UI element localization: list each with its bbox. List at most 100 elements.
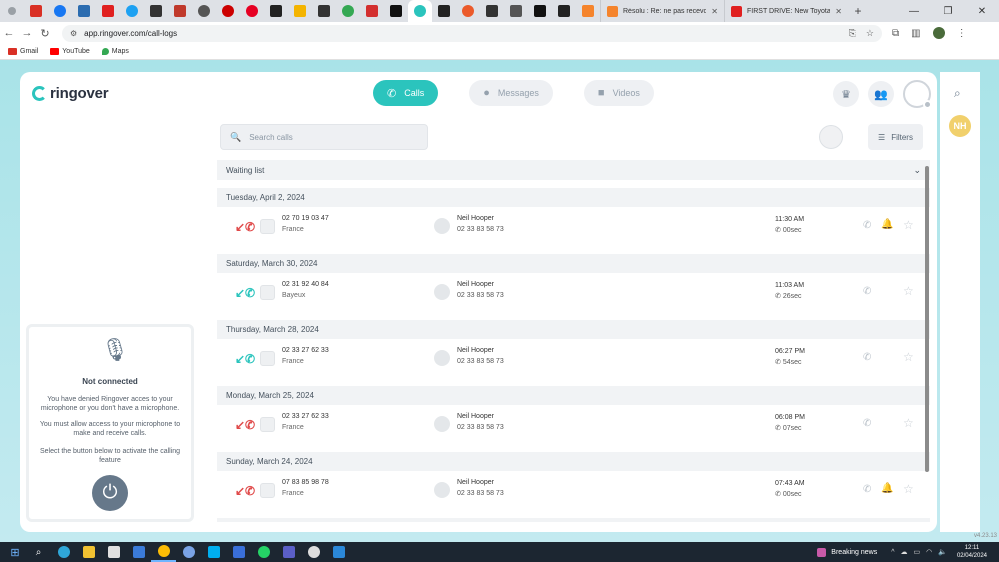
new-tab-button[interactable]: + bbox=[848, 4, 868, 18]
browser-tab[interactable] bbox=[96, 0, 120, 22]
skype-icon[interactable] bbox=[201, 542, 226, 562]
store-icon[interactable] bbox=[101, 542, 126, 562]
mail-icon[interactable] bbox=[126, 542, 151, 562]
call-back-icon[interactable]: ✆ bbox=[863, 352, 871, 363]
chevron-up-icon[interactable]: ^ bbox=[891, 549, 894, 556]
browser-tab[interactable] bbox=[48, 0, 72, 22]
tab-videos[interactable]: ■ Videos bbox=[583, 80, 654, 106]
user-avatar[interactable] bbox=[903, 80, 932, 109]
app-icon[interactable] bbox=[226, 542, 251, 562]
back-icon[interactable]: ← bbox=[0, 27, 18, 39]
close-window-icon[interactable]: ✕ bbox=[965, 6, 999, 17]
chevron-down-icon[interactable]: ⌄ bbox=[913, 165, 921, 176]
browser-tab[interactable] bbox=[264, 0, 288, 22]
browser-tab-resolu[interactable]: Résolu : Re: ne pas recevoir d'ap ✕ bbox=[600, 0, 724, 22]
contact-avatar[interactable]: NH bbox=[949, 115, 971, 137]
browser-tab[interactable] bbox=[336, 0, 360, 22]
power-button[interactable]: ⏻ bbox=[92, 475, 128, 511]
call-back-icon[interactable]: ✆ bbox=[863, 286, 871, 297]
browser-tab[interactable] bbox=[360, 0, 384, 22]
call-row[interactable]: ↙✆ 02 33 27 62 33 France Neil Hooper 02 33 8… bbox=[217, 339, 930, 378]
search-icon[interactable]: ⌕ bbox=[26, 542, 51, 562]
browser-tab[interactable] bbox=[120, 0, 144, 22]
reload-icon[interactable]: ↻ bbox=[36, 27, 54, 40]
call-back-icon[interactable]: ✆ bbox=[863, 418, 871, 429]
call-row[interactable]: ↙✆ 07 83 85 98 78 France Neil Hooper 02 33 8… bbox=[217, 471, 930, 510]
browser-tab[interactable] bbox=[528, 0, 552, 22]
team-icon[interactable]: 👥 bbox=[868, 81, 894, 107]
extensions-icon[interactable]: ⧉ bbox=[892, 28, 899, 39]
tab-list-button[interactable] bbox=[0, 0, 24, 22]
waiting-list-header[interactable]: Waiting list ⌄ bbox=[217, 160, 930, 180]
whatsapp-icon[interactable] bbox=[251, 542, 276, 562]
browser-tab[interactable] bbox=[432, 0, 456, 22]
browser-tab[interactable] bbox=[72, 0, 96, 22]
star-icon[interactable]: ☆ bbox=[903, 218, 914, 232]
browser-tab[interactable] bbox=[288, 0, 312, 22]
browser-tab[interactable] bbox=[144, 0, 168, 22]
bookmark-youtube[interactable]: YouTube bbox=[50, 48, 90, 55]
star-icon[interactable]: ☆ bbox=[903, 416, 914, 430]
app-icon[interactable] bbox=[301, 542, 326, 562]
browser-tab-toyota[interactable]: FIRST DRIVE: New Toyota Land ✕ bbox=[724, 0, 848, 22]
browser-tab[interactable] bbox=[312, 0, 336, 22]
browser-menu-icon[interactable]: ⋮ bbox=[957, 28, 967, 39]
call-row[interactable]: ↙✆ 02 33 27 62 33 France Neil Hooper 02 33 8… bbox=[217, 405, 930, 444]
volume-icon[interactable]: 🔈 bbox=[938, 548, 947, 556]
browser-tab[interactable] bbox=[576, 0, 600, 22]
call-back-icon[interactable]: ✆ bbox=[863, 220, 871, 231]
browser-tab[interactable] bbox=[384, 0, 408, 22]
cloud-icon[interactable]: ☁ bbox=[901, 548, 908, 556]
site-info-icon[interactable]: ⚙ bbox=[70, 29, 77, 38]
browser-tab[interactable] bbox=[480, 0, 504, 22]
profile-avatar[interactable] bbox=[932, 27, 945, 39]
tab-calls[interactable]: ✆ Calls bbox=[373, 80, 439, 106]
browser-tab[interactable] bbox=[240, 0, 264, 22]
call-row[interactable]: ↙✆ 02 70 19 03 47 France Neil Hooper 02 33 8… bbox=[217, 207, 930, 246]
app-icon[interactable] bbox=[326, 542, 351, 562]
bell-icon[interactable]: 🔔 bbox=[881, 483, 893, 494]
ringover-logo[interactable]: ringover bbox=[32, 85, 109, 102]
filters-button[interactable]: ☰ Filters bbox=[868, 124, 923, 150]
app-icon[interactable] bbox=[176, 542, 201, 562]
maximize-icon[interactable]: ❐ bbox=[931, 6, 965, 17]
sidepanel-icon[interactable]: ▥ bbox=[911, 28, 920, 39]
browser-tab[interactable] bbox=[552, 0, 576, 22]
app-icon[interactable] bbox=[276, 542, 301, 562]
bookmark-maps[interactable]: Maps bbox=[101, 48, 129, 55]
wifi-icon[interactable]: ◠ bbox=[926, 548, 932, 556]
call-row[interactable]: ↙✆ 02 31 92 40 84 Bayeux Neil Hooper 02 33 8… bbox=[217, 273, 930, 312]
call-back-icon[interactable]: ✆ bbox=[863, 484, 871, 495]
search-icon[interactable]: ⌕ bbox=[954, 86, 961, 101]
scrollbar-thumb[interactable] bbox=[925, 166, 929, 472]
file-explorer-icon[interactable] bbox=[76, 542, 101, 562]
bookmark-star-icon[interactable]: ☆ bbox=[866, 28, 874, 39]
edge-icon[interactable] bbox=[51, 542, 76, 562]
url-field[interactable]: ⚙ app.ringover.com/call-logs ⎘ ☆ bbox=[62, 24, 882, 42]
display-icon[interactable]: ▭ bbox=[914, 548, 921, 556]
close-tab-icon[interactable]: ✕ bbox=[711, 7, 718, 16]
browser-tab[interactable] bbox=[192, 0, 216, 22]
star-icon[interactable]: ☆ bbox=[903, 482, 914, 496]
forward-icon[interactable]: → bbox=[18, 27, 36, 39]
clock[interactable]: 12:11 02/04/2024 bbox=[957, 544, 987, 560]
browser-tab[interactable] bbox=[24, 0, 48, 22]
bookmark-gmail[interactable]: Gmail bbox=[8, 48, 38, 55]
search-calls-field[interactable]: 🔍 bbox=[220, 124, 428, 150]
windows-start-icon[interactable]: ⊞ bbox=[4, 546, 26, 559]
install-app-icon[interactable]: ⎘ bbox=[849, 28, 856, 39]
browser-tab[interactable] bbox=[504, 0, 528, 22]
browser-tab-active[interactable] bbox=[408, 0, 432, 22]
browser-tab[interactable] bbox=[456, 0, 480, 22]
crown-icon[interactable]: ♛ bbox=[833, 81, 859, 107]
minimize-icon[interactable]: — bbox=[897, 6, 931, 17]
search-input[interactable] bbox=[249, 132, 418, 142]
browser-tab[interactable] bbox=[168, 0, 192, 22]
star-icon[interactable]: ☆ bbox=[903, 350, 914, 364]
chrome-icon[interactable] bbox=[151, 542, 176, 562]
news-widget[interactable]: Breaking news bbox=[817, 547, 877, 557]
star-icon[interactable]: ☆ bbox=[903, 284, 914, 298]
agent-filter-avatar[interactable] bbox=[819, 125, 843, 149]
browser-tab[interactable] bbox=[216, 0, 240, 22]
bell-icon[interactable]: 🔔 bbox=[881, 219, 893, 230]
